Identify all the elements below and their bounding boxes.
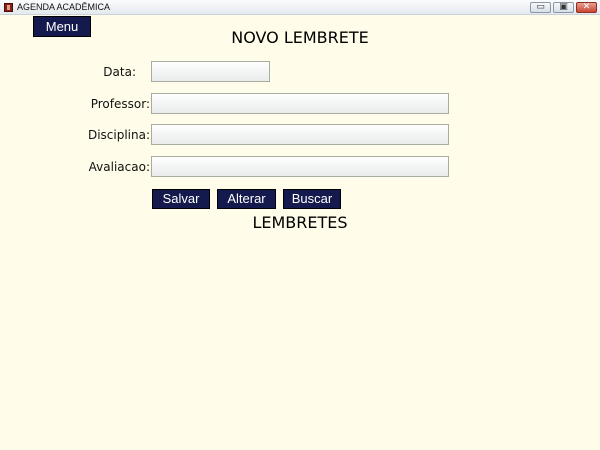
restore-button[interactable]: ▣ xyxy=(553,2,574,13)
professor-label: Professor: xyxy=(90,97,150,111)
reminders-heading: LEMBRETES xyxy=(252,213,348,232)
minimize-button[interactable]: ▭ xyxy=(530,2,551,13)
professor-field[interactable] xyxy=(151,93,449,114)
evaluation-field[interactable] xyxy=(151,156,449,177)
title-bar: AGENDA ACADÊMICA ▭ ▣ ✕ xyxy=(0,0,600,15)
evaluation-label: Avaliacao: xyxy=(88,160,150,174)
app-icon xyxy=(4,3,13,12)
form-heading: NOVO LEMBRETE xyxy=(231,28,369,47)
discipline-field[interactable] xyxy=(151,124,449,145)
date-label: Data: xyxy=(103,65,136,79)
date-field[interactable] xyxy=(151,61,270,82)
save-button[interactable]: Salvar xyxy=(152,189,210,209)
window-title: AGENDA ACADÊMICA xyxy=(17,2,111,12)
close-button[interactable]: ✕ xyxy=(576,2,597,13)
discipline-label: Disciplina: xyxy=(87,128,150,142)
search-button[interactable]: Buscar xyxy=(283,189,341,209)
edit-button[interactable]: Alterar xyxy=(217,189,276,209)
